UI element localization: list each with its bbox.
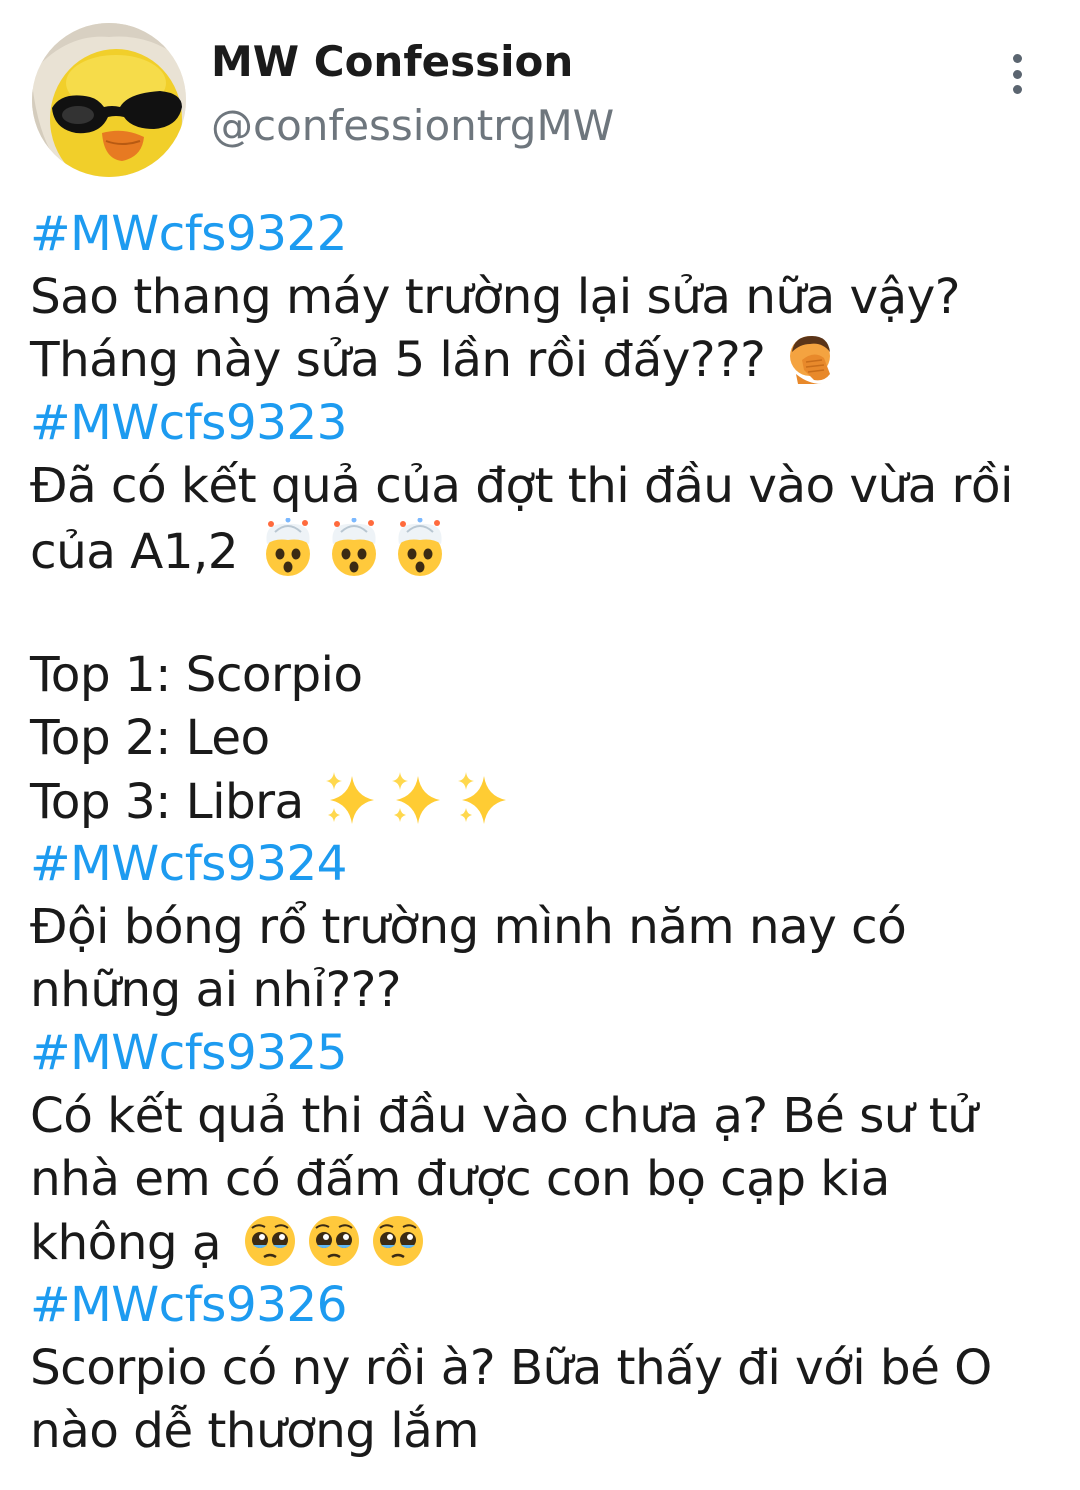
post-line-with-emoji: không ạ — [30, 1211, 1070, 1274]
post-line: nhà em có đấm được con bọ cạp kia — [30, 1151, 890, 1207]
post-line: Có kết quả thi đầu vào chưa ạ? Bé sư tử — [30, 1088, 978, 1144]
exploding-head-emoji — [257, 518, 319, 578]
face-palm-emoji — [784, 330, 840, 386]
hashtag-link[interactable]: #MWcfs9323 — [30, 392, 1070, 455]
more-options-button[interactable] — [992, 48, 1042, 100]
exploding-head-emoji — [389, 518, 451, 578]
user-handle[interactable]: @confessiontrgMW — [211, 100, 614, 152]
post-line: Scorpio có ny rồi à? Bữa thấy đi với bé … — [30, 1340, 992, 1396]
display-name[interactable]: MW Confession — [211, 36, 573, 88]
hashtag-link[interactable]: #MWcfs9322 — [30, 203, 1070, 266]
sparkles-emoji — [322, 770, 384, 828]
hashtag-link[interactable]: #MWcfs9325 — [30, 1022, 1070, 1085]
pleading-face-emoji — [240, 1211, 300, 1269]
post-line-with-emoji: của A1,2 — [30, 518, 1070, 581]
pleading-face-emoji — [304, 1211, 364, 1269]
ranking-line: Top 2: Leo — [30, 710, 270, 766]
exploding-head-emoji — [323, 518, 385, 578]
ranking-line: Top 1: Scorpio — [30, 647, 363, 703]
post-line-with-emoji: Tháng này sửa 5 lần rồi đấy??? — [30, 329, 1070, 392]
ranking-line-with-emoji: Top 3: Libra — [30, 770, 1070, 833]
duck-with-sunglasses-avatar — [32, 23, 186, 177]
post-line: nào dễ thương lắm — [30, 1403, 480, 1459]
post-line: Đã có kết quả của đợt thi đầu vào vừa rồ… — [30, 458, 1013, 514]
sparkles-emoji — [388, 770, 450, 828]
tweet-header: MW Confession @confessiontrgMW — [0, 0, 1080, 200]
hashtag-link[interactable]: #MWcfs9324 — [30, 833, 1070, 896]
post-line: Sao thang máy trường lại sửa nữa vậy? — [30, 269, 961, 325]
sparkles-emoji — [454, 770, 516, 828]
post-line: những ai nhỉ??? — [30, 962, 402, 1018]
avatar[interactable] — [32, 23, 186, 177]
more-vertical-icon — [1012, 54, 1022, 63]
pleading-face-emoji — [368, 1211, 428, 1269]
hashtag-link[interactable]: #MWcfs9326 — [30, 1274, 1070, 1337]
post-line: Đội bóng rổ trường mình năm nay có — [30, 899, 907, 955]
tweet-text: #MWcfs9322 Sao thang máy trường lại sửa … — [30, 203, 1070, 1463]
